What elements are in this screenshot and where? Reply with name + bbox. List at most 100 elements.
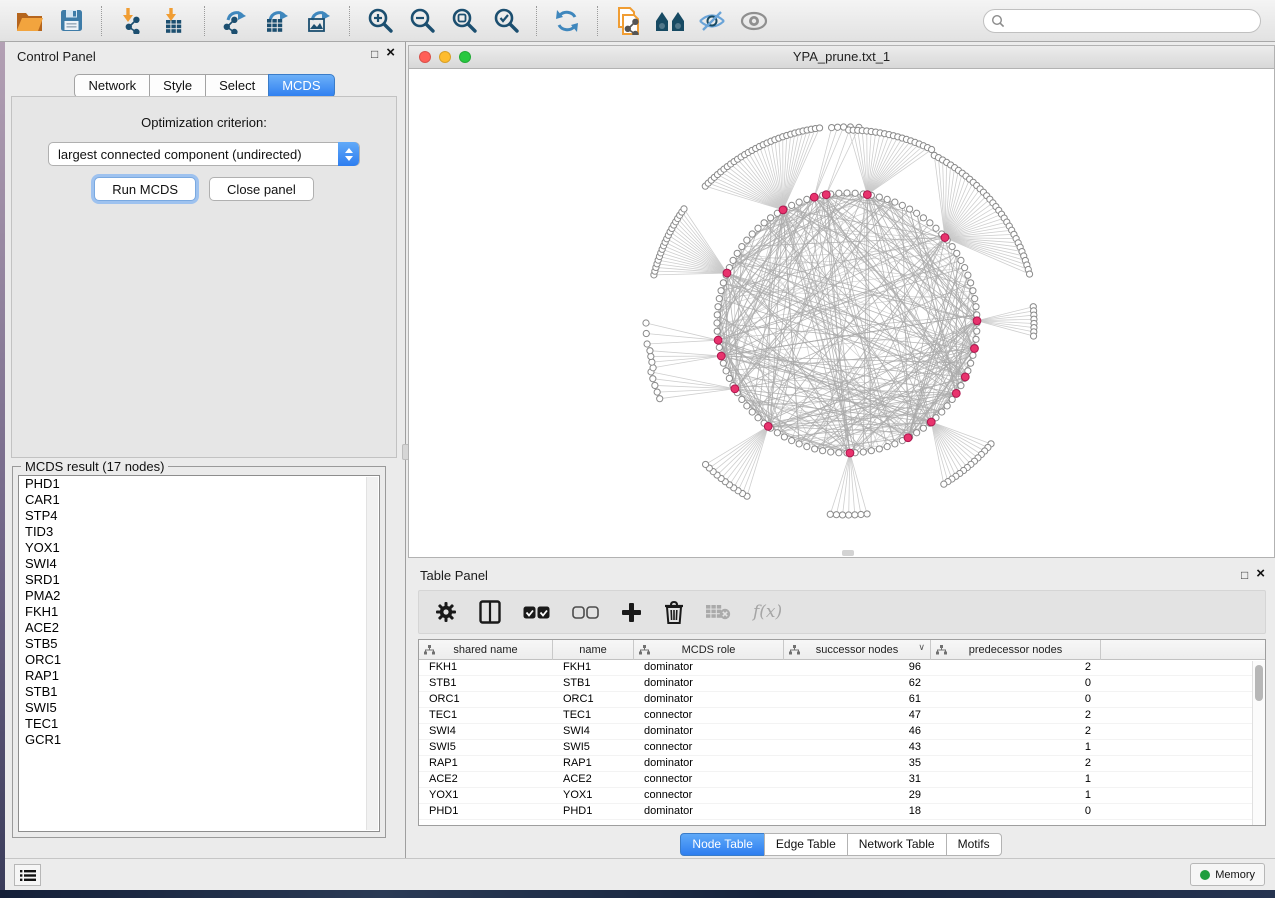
network-node[interactable] xyxy=(755,225,761,231)
network-node[interactable] xyxy=(972,296,978,302)
find-button[interactable] xyxy=(652,4,688,38)
network-node[interactable] xyxy=(734,250,740,256)
mcds-hub-node[interactable] xyxy=(904,434,912,442)
network-node[interactable] xyxy=(789,438,795,444)
network-node[interactable] xyxy=(836,450,842,456)
network-node[interactable] xyxy=(884,444,890,450)
result-list-item[interactable]: SRD1 xyxy=(19,572,379,588)
clone-network-button[interactable] xyxy=(610,4,646,38)
network-node[interactable] xyxy=(968,280,974,286)
result-list-item[interactable]: TID3 xyxy=(19,524,379,540)
close-window-icon[interactable] xyxy=(419,51,431,63)
table-row[interactable]: ORC1ORC1dominator610 xyxy=(419,692,1265,708)
maximize-window-icon[interactable] xyxy=(459,51,471,63)
network-node[interactable] xyxy=(789,202,795,208)
satellite-node[interactable] xyxy=(649,359,655,365)
network-node[interactable] xyxy=(914,210,920,216)
network-node[interactable] xyxy=(755,415,761,421)
network-node[interactable] xyxy=(715,304,721,310)
satellite-node[interactable] xyxy=(827,511,833,517)
open-file-button[interactable] xyxy=(11,4,47,38)
network-node[interactable] xyxy=(723,368,729,374)
mcds-hub-node[interactable] xyxy=(971,345,979,353)
tab-mcds[interactable]: MCDS xyxy=(268,74,334,98)
mcds-hub-node[interactable] xyxy=(973,317,981,325)
network-node[interactable] xyxy=(730,257,736,263)
scrollbar-thumb[interactable] xyxy=(1255,665,1263,701)
result-list-item[interactable]: CAR1 xyxy=(19,492,379,508)
network-node[interactable] xyxy=(844,190,850,196)
network-node[interactable] xyxy=(958,383,964,389)
satellite-node[interactable] xyxy=(643,320,649,326)
result-list-item[interactable]: YOX1 xyxy=(19,540,379,556)
column-header[interactable]: MCDS role xyxy=(634,640,784,660)
save-session-button[interactable] xyxy=(53,4,89,38)
result-list-item[interactable]: STB1 xyxy=(19,684,379,700)
satellite-node[interactable] xyxy=(643,330,649,336)
table-row[interactable]: FKH1FKH1dominator962 xyxy=(419,660,1265,676)
satellite-node[interactable] xyxy=(702,461,708,467)
satellite-node[interactable] xyxy=(839,512,845,518)
network-node[interactable] xyxy=(899,202,905,208)
network-node[interactable] xyxy=(973,336,979,342)
network-node[interactable] xyxy=(920,215,926,221)
mcds-hub-node[interactable] xyxy=(927,418,935,426)
network-node[interactable] xyxy=(958,257,964,263)
network-node[interactable] xyxy=(744,403,750,409)
network-node[interactable] xyxy=(812,446,818,452)
network-node[interactable] xyxy=(868,448,874,454)
satellite-node[interactable] xyxy=(1030,333,1036,339)
mcds-hub-node[interactable] xyxy=(731,385,739,393)
network-window-titlebar[interactable]: YPA_prune.txt_1 xyxy=(409,46,1274,69)
network-node[interactable] xyxy=(804,196,810,202)
network-node[interactable] xyxy=(739,243,745,249)
result-list-item[interactable]: PHD1 xyxy=(19,476,379,492)
mcds-result-list[interactable]: PHD1CAR1STP4TID3YOX1SWI4SRD1PMA2FKH1ACE2… xyxy=(18,475,380,832)
satellite-node[interactable] xyxy=(1026,271,1032,277)
network-node[interactable] xyxy=(884,196,890,202)
network-node[interactable] xyxy=(820,448,826,454)
network-node[interactable] xyxy=(714,328,720,334)
mcds-hub-node[interactable] xyxy=(723,269,731,277)
satellite-node[interactable] xyxy=(650,376,656,382)
network-node[interactable] xyxy=(767,215,773,221)
tab-network-table[interactable]: Network Table xyxy=(847,833,947,856)
network-node[interactable] xyxy=(852,190,858,196)
satellite-node[interactable] xyxy=(852,512,858,518)
result-list-scrollbar[interactable] xyxy=(366,477,378,830)
result-list-item[interactable]: TEC1 xyxy=(19,716,379,732)
column-header[interactable]: shared name xyxy=(419,640,553,660)
mcds-hub-node[interactable] xyxy=(810,193,818,201)
result-list-item[interactable]: SWI5 xyxy=(19,700,379,716)
network-node[interactable] xyxy=(716,296,722,302)
satellite-node[interactable] xyxy=(681,206,687,212)
tab-node-table[interactable]: Node Table xyxy=(680,833,765,856)
add-column-button[interactable] xyxy=(621,602,642,623)
mcds-hub-node[interactable] xyxy=(952,390,960,398)
network-node[interactable] xyxy=(828,449,834,455)
result-list-item[interactable]: SWI4 xyxy=(19,556,379,572)
network-node[interactable] xyxy=(860,449,866,455)
network-node[interactable] xyxy=(907,206,913,212)
network-node[interactable] xyxy=(927,220,933,226)
table-row[interactable]: YOX1YOX1connector291 xyxy=(419,788,1265,804)
network-node[interactable] xyxy=(749,409,755,415)
network-node[interactable] xyxy=(716,344,722,350)
network-node[interactable] xyxy=(954,250,960,256)
network-node[interactable] xyxy=(720,280,726,286)
table-row[interactable]: RAP1RAP1dominator352 xyxy=(419,756,1265,772)
mcds-hub-node[interactable] xyxy=(863,191,871,199)
network-node[interactable] xyxy=(836,190,842,196)
mcds-hub-node[interactable] xyxy=(961,373,969,381)
satellite-node[interactable] xyxy=(647,348,653,354)
network-node[interactable] xyxy=(939,409,945,415)
mcds-hub-node[interactable] xyxy=(941,234,949,242)
mcds-hub-node[interactable] xyxy=(764,423,772,431)
satellite-node[interactable] xyxy=(864,511,870,517)
network-node[interactable] xyxy=(726,375,732,381)
zoom-in-button[interactable] xyxy=(362,4,398,38)
import-table-button[interactable] xyxy=(156,4,192,38)
close-panel-icon[interactable]: × xyxy=(1256,568,1265,582)
table-scrollbar[interactable] xyxy=(1252,661,1265,825)
result-list-item[interactable]: PMA2 xyxy=(19,588,379,604)
